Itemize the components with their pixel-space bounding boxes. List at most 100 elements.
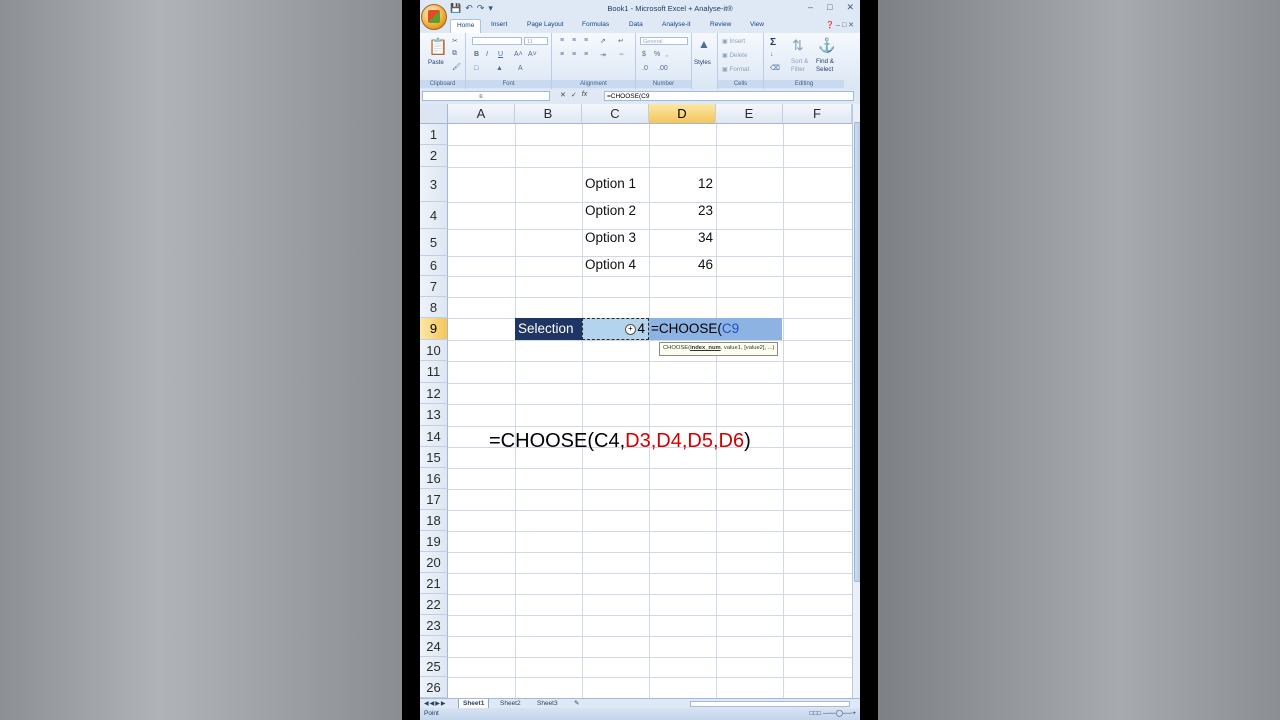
row-header-26[interactable]: 26 xyxy=(420,677,448,698)
tab-home[interactable]: Home xyxy=(450,19,482,33)
align-bottom-icon[interactable]: ≡ xyxy=(584,37,588,44)
increase-decimal-icon[interactable]: .0 xyxy=(642,65,648,72)
clear-icon[interactable]: ⌫ xyxy=(770,64,780,72)
indent-icon[interactable]: ⇥ xyxy=(600,51,606,59)
column-header-f[interactable]: F xyxy=(783,104,852,124)
currency-icon[interactable]: $ xyxy=(642,51,646,58)
autosum-icon[interactable]: Σ xyxy=(770,37,776,48)
grow-font-icon[interactable]: A˄ xyxy=(514,51,523,58)
align-top-icon[interactable]: ≡ xyxy=(560,37,564,44)
row-header-4[interactable]: 4 xyxy=(420,202,448,229)
insert-cells-button[interactable]: ▣ Insert xyxy=(722,38,745,45)
decrease-decimal-icon[interactable]: .00 xyxy=(658,65,668,72)
row-header-11[interactable]: 11 xyxy=(420,361,448,383)
cell-b9[interactable]: Selection xyxy=(515,318,582,340)
maximize-button[interactable]: □ xyxy=(827,2,832,13)
select-label[interactable]: Select xyxy=(816,66,833,73)
vertical-scrollbar[interactable] xyxy=(852,104,860,698)
format-cells-button[interactable]: ▣ Format xyxy=(722,66,749,73)
cell-d4[interactable]: 23 xyxy=(649,203,713,218)
row-header-6[interactable]: 6 xyxy=(420,256,448,276)
row-header-9[interactable]: 9 xyxy=(420,318,448,340)
merge-center-icon[interactable]: ⇔ xyxy=(618,51,625,58)
close-button[interactable]: ✕ xyxy=(846,2,854,13)
row-header-5[interactable]: 5 xyxy=(420,229,448,256)
tab-page-layout[interactable]: Page Layout xyxy=(527,21,564,28)
row-header-22[interactable]: 22 xyxy=(420,594,448,615)
binoculars-icon[interactable]: ⚓ xyxy=(818,37,835,54)
column-header-e[interactable]: E xyxy=(716,104,783,124)
underline-icon[interactable]: U xyxy=(498,51,503,58)
row-header-12[interactable]: 12 xyxy=(420,383,448,404)
align-right-icon[interactable]: ≡ xyxy=(584,51,588,58)
qat-dropdown-icon[interactable]: ▾ xyxy=(488,3,493,14)
row-header-13[interactable]: 13 xyxy=(420,404,448,426)
insert-function-button[interactable]: fx xyxy=(582,91,587,99)
row-header-3[interactable]: 3 xyxy=(420,167,448,202)
tab-analyse-it[interactable]: Analyse-it xyxy=(662,21,691,28)
tab-insert[interactable]: Insert xyxy=(491,21,507,28)
paste-icon[interactable]: 📋 xyxy=(428,37,448,57)
find-label[interactable]: Find & xyxy=(816,58,834,65)
font-size-box[interactable]: 11 xyxy=(524,37,548,45)
cell-d9-editing[interactable]: =CHOOSE(C9 xyxy=(649,318,782,340)
formula-input[interactable]: =CHOOSE(C9 xyxy=(604,91,854,101)
row-header-23[interactable]: 23 xyxy=(420,615,448,636)
row-header-21[interactable]: 21 xyxy=(420,573,448,594)
row-header-24[interactable]: 24 xyxy=(420,636,448,657)
fill-color-icon[interactable]: ▲ xyxy=(496,65,503,72)
font-name-box[interactable] xyxy=(472,37,522,45)
cell-c6[interactable]: Option 4 xyxy=(585,257,636,272)
cancel-formula-icon[interactable]: ✕ xyxy=(560,91,566,99)
row-header-1[interactable]: 1 xyxy=(420,124,448,145)
cell-d3[interactable]: 12 xyxy=(649,176,713,191)
fill-icon[interactable]: ↓ xyxy=(770,51,774,58)
orientation-icon[interactable]: ⇗ xyxy=(600,37,606,45)
filter-label[interactable]: Filter xyxy=(791,66,805,73)
cell-c3[interactable]: Option 1 xyxy=(585,176,636,191)
cell-d6[interactable]: 46 xyxy=(649,257,713,272)
row-header-20[interactable]: 20 xyxy=(420,552,448,573)
column-header-d[interactable]: D xyxy=(649,104,716,124)
column-header-b[interactable]: B xyxy=(515,104,582,124)
bold-icon[interactable]: B xyxy=(474,51,479,58)
column-header-c[interactable]: C xyxy=(582,104,649,124)
format-painter-icon[interactable]: 🖌 xyxy=(452,63,461,71)
row-header-25[interactable]: 25 xyxy=(420,657,448,677)
redo-icon[interactable]: ↷ xyxy=(477,3,485,14)
styles-label[interactable]: Styles xyxy=(694,59,711,66)
scrollbar-thumb[interactable] xyxy=(854,122,860,582)
name-box[interactable]: ≡ xyxy=(422,91,550,101)
cut-icon[interactable]: ✂ xyxy=(452,37,458,45)
cell-d5[interactable]: 34 xyxy=(649,230,713,245)
sort-filter-icon[interactable]: ⇅ xyxy=(792,37,804,54)
number-format-box[interactable]: General xyxy=(640,37,688,45)
comma-icon[interactable]: , xyxy=(666,51,668,58)
row-header-19[interactable]: 19 xyxy=(420,531,448,552)
column-header-a[interactable]: A xyxy=(448,104,515,124)
row-header-2[interactable]: 2 xyxy=(420,145,448,167)
tab-formulas[interactable]: Formulas xyxy=(582,21,609,28)
zoom-slider[interactable]: □□□ –──◯──+ xyxy=(809,708,856,720)
row-header-15[interactable]: 15 xyxy=(420,447,448,468)
wrap-text-icon[interactable]: ↵ xyxy=(618,37,624,45)
font-color-icon[interactable]: A xyxy=(518,65,523,72)
cell-c5[interactable]: Option 3 xyxy=(585,230,636,245)
shrink-font-icon[interactable]: A˅ xyxy=(528,51,537,58)
help-icon[interactable]: ❓ – □ ✕ xyxy=(825,21,854,29)
paste-label[interactable]: Paste xyxy=(428,59,444,66)
row-header-7[interactable]: 7 xyxy=(420,276,448,297)
align-left-icon[interactable]: ≡ xyxy=(560,51,564,58)
align-middle-icon[interactable]: ≡ xyxy=(572,37,576,44)
italic-icon[interactable]: I xyxy=(486,51,488,58)
cell-c4[interactable]: Option 2 xyxy=(585,203,636,218)
select-all-corner[interactable] xyxy=(420,104,448,124)
office-button[interactable] xyxy=(421,4,447,30)
copy-icon[interactable]: ⧉ xyxy=(452,50,457,58)
horizontal-scrollbar[interactable] xyxy=(690,701,850,707)
align-center-icon[interactable]: ≡ xyxy=(572,51,576,58)
row-header-14[interactable]: 14 xyxy=(420,426,448,447)
undo-icon[interactable]: ↶ xyxy=(465,3,473,14)
borders-icon[interactable]: □ xyxy=(474,65,478,72)
enter-formula-icon[interactable]: ✓ xyxy=(571,91,577,99)
